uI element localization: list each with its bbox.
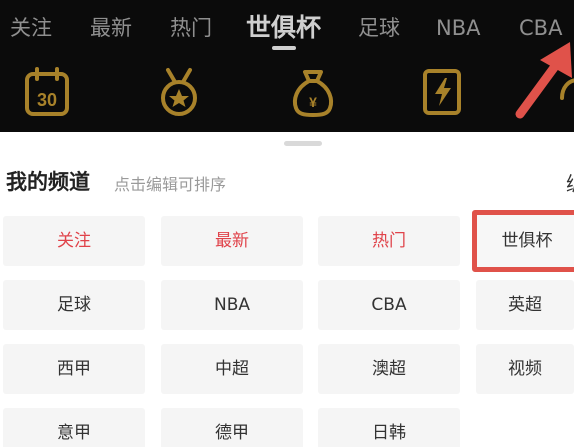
channel-chip-a-league[interactable]: 澳超 (318, 344, 460, 394)
channel-grid: 关注 最新 热门 世俱杯 足球 NBA CBA 英超 西甲 中超 澳超 视频 意… (0, 210, 574, 447)
channel-chip-video[interactable]: 视频 (476, 344, 574, 394)
channel-chip-club-world-cup[interactable]: 世俱杯 (472, 210, 574, 272)
channel-chip-csl[interactable]: 中超 (161, 344, 303, 394)
tab-hot[interactable]: 热门 (170, 8, 212, 48)
edit-button[interactable]: 编 (566, 168, 574, 197)
tab-latest[interactable]: 最新 (90, 8, 132, 48)
svg-text:¥: ¥ (309, 94, 317, 110)
channel-editor-sheet: 我的频道 点击编辑可排序 编 关注 最新 热门 世俱杯 足球 NBA CBA 英… (0, 132, 574, 447)
my-channels-title: 我的频道 (6, 170, 90, 194)
calendar-30-icon[interactable]: 30 (24, 66, 70, 118)
channel-chip-nba[interactable]: NBA (161, 280, 303, 330)
channel-chip-premier-league[interactable]: 英超 (476, 280, 574, 330)
shortcut-icon-row: 30 ¥ (0, 66, 574, 122)
money-bag-icon[interactable]: ¥ (290, 66, 336, 118)
calendar-30-text: 30 (37, 90, 57, 110)
medal-star-icon[interactable] (156, 66, 202, 118)
channel-chip-cba[interactable]: CBA (318, 280, 460, 330)
tab-football[interactable]: 足球 (358, 8, 400, 48)
tab-club-world-cup[interactable]: 世俱杯 (246, 8, 321, 48)
sort-hint: 点击编辑可排序 (114, 175, 227, 194)
tab-follow[interactable]: 关注 (10, 8, 52, 48)
channel-chip-latest[interactable]: 最新 (161, 216, 303, 266)
channel-chip-bundesliga[interactable]: 德甲 (161, 408, 303, 447)
channel-tabs: 关注 最新 热门 世俱杯 足球 NBA CBA (0, 8, 574, 48)
red-pointer-arrow-icon (515, 42, 572, 119)
lightning-card-icon[interactable] (420, 66, 466, 118)
channel-chip-japan-korea[interactable]: 日韩 (318, 408, 460, 447)
top-header: 关注 最新 热门 世俱杯 足球 NBA CBA 30 ¥ (0, 0, 574, 132)
tab-nba[interactable]: NBA (436, 8, 480, 48)
channel-chip-laliga[interactable]: 西甲 (3, 344, 145, 394)
channel-chip-serie-a[interactable]: 意甲 (3, 408, 145, 447)
channel-chip-follow[interactable]: 关注 (3, 216, 145, 266)
channel-chip-hot[interactable]: 热门 (318, 216, 460, 266)
active-tab-indicator (272, 46, 296, 50)
channel-chip-football[interactable]: 足球 (3, 280, 145, 330)
sheet-drag-handle[interactable] (284, 141, 322, 146)
